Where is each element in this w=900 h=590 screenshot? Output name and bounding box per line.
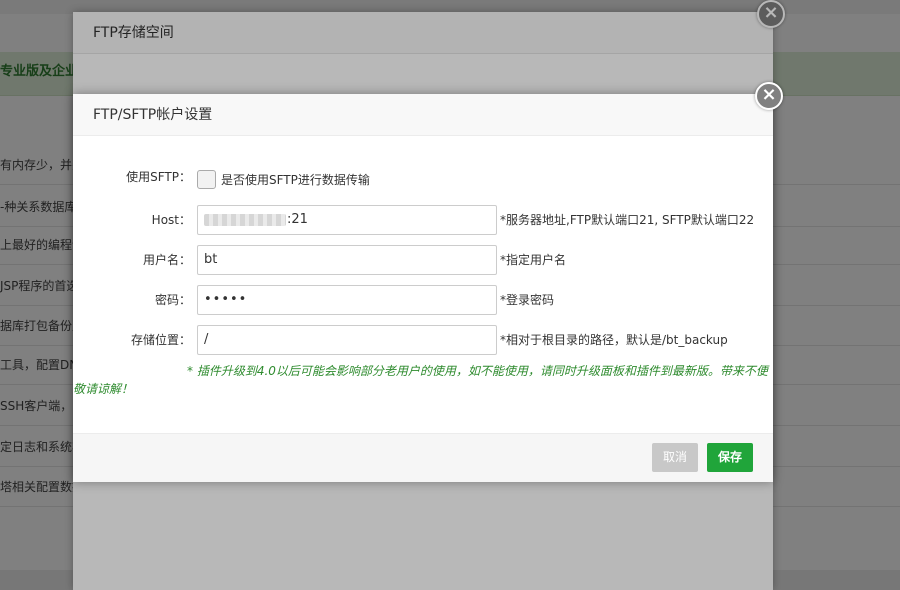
plugin-upgrade-warning: * 插件升级到4.0以后可能会影响部分老用户的使用，如不能使用，请同时升级面板和… bbox=[73, 364, 768, 396]
ftp-account-settings-dialog: FTP/SFTP帐户设置 使用SFTP： 是否使用SFTP进行数据传输 Host… bbox=[73, 94, 773, 482]
password-input[interactable]: ••••• bbox=[197, 285, 497, 315]
host-hint: *服务器地址,FTP默认端口21, SFTP默认端口22 bbox=[500, 213, 755, 227]
password-hint: *登录密码 bbox=[500, 293, 555, 307]
storage-path-label: 存储位置： bbox=[130, 333, 191, 347]
cancel-button[interactable]: 取消 bbox=[652, 443, 699, 472]
ftp-account-close-button[interactable]: × bbox=[755, 82, 783, 110]
password-label: 密码： bbox=[154, 293, 191, 307]
dialog-footer: 取消 保存 bbox=[73, 433, 773, 482]
storage-path-input[interactable]: / bbox=[197, 325, 497, 355]
host-input[interactable]: :21 bbox=[197, 205, 497, 235]
use-sftp-checkbox[interactable] bbox=[197, 170, 216, 189]
host-port-text: :21 bbox=[287, 212, 308, 227]
storage-path-hint: *相对于根目录的路径，默认是/bt_backup bbox=[500, 333, 728, 347]
username-hint: *指定用户名 bbox=[500, 253, 567, 267]
username-label: 用户名： bbox=[142, 253, 191, 267]
ftp-account-dialog-title: FTP/SFTP帐户设置 bbox=[73, 94, 773, 136]
host-label: Host： bbox=[151, 213, 191, 227]
use-sftp-checkbox-label[interactable]: 是否使用SFTP进行数据传输 bbox=[221, 165, 370, 195]
save-button[interactable]: 保存 bbox=[707, 443, 754, 472]
username-input[interactable]: bt bbox=[197, 245, 497, 275]
host-redacted-value bbox=[204, 213, 286, 226]
close-icon: × bbox=[761, 84, 777, 105]
sftp-label: 使用SFTP： bbox=[126, 170, 191, 184]
